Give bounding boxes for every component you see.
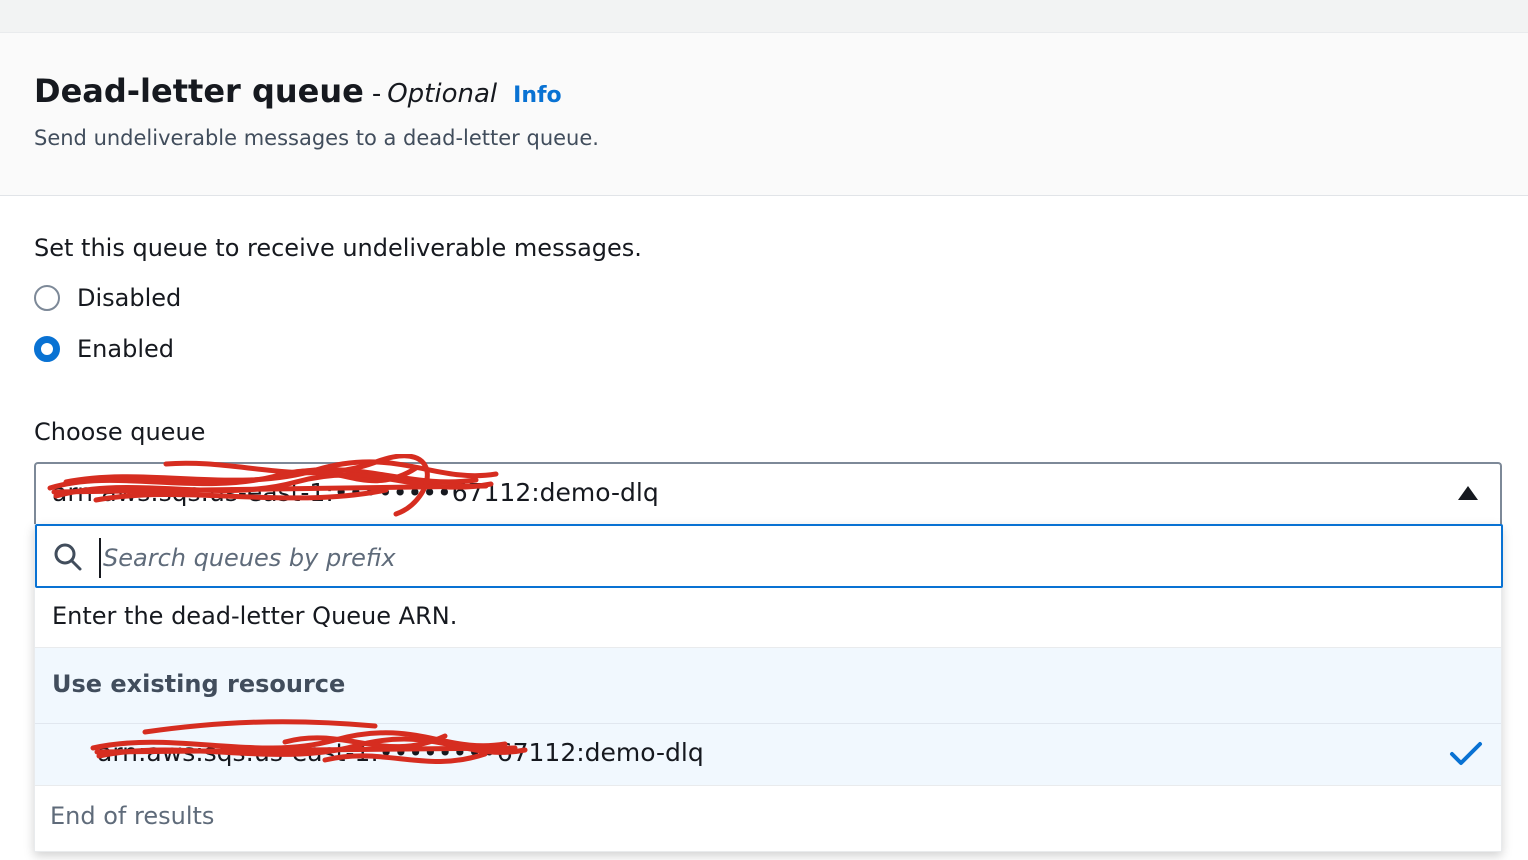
section-title-text: Dead-letter queue	[34, 72, 364, 110]
radio-label-disabled: Disabled	[77, 284, 182, 312]
radio-button-enabled[interactable]	[34, 336, 60, 362]
group-header-label: Use existing resource	[52, 670, 346, 698]
queue-dropdown: Enter the dead-letter Queue ARN. Use exi…	[34, 524, 1503, 852]
check-icon	[1450, 742, 1482, 765]
group-header: Use existing resource	[35, 648, 1501, 724]
radio-label-enabled: Enabled	[77, 335, 174, 363]
redaction-scribble	[47, 454, 499, 517]
radio-disabled[interactable]: Disabled	[34, 284, 181, 312]
section-description: Send undeliverable messages to a dead-le…	[34, 126, 599, 150]
search-input[interactable]	[99, 538, 1485, 578]
dlq-prompt: Set this queue to receive undeliverable …	[34, 234, 642, 262]
search-icon	[54, 543, 82, 571]
optional-label: Optional	[387, 79, 498, 109]
arn-hint-option[interactable]: Enter the dead-letter Queue ARN.	[35, 588, 1501, 648]
arn-hint-text: Enter the dead-letter Queue ARN.	[52, 602, 458, 630]
choose-queue-label: Choose queue	[34, 418, 206, 446]
end-of-results: End of results	[35, 786, 1501, 850]
redaction-scribble	[90, 719, 528, 764]
section-header	[0, 33, 1528, 196]
info-link[interactable]: Info	[513, 83, 562, 108]
queue-option[interactable]: arn:aws:sqs:us-east-1:••••••••67112:demo…	[35, 719, 1501, 786]
radio-enabled[interactable]: Enabled	[34, 335, 174, 363]
search-box[interactable]	[35, 524, 1503, 588]
title-separator: -	[371, 79, 382, 109]
caret-up-icon[interactable]	[1458, 486, 1478, 500]
queue-select[interactable]: arn:aws:sqs:us-east-1:••••••••67112:demo…	[34, 454, 1502, 524]
section-title: Dead-letter queue - Optional Info	[34, 72, 562, 110]
top-bar	[0, 0, 1528, 33]
end-of-results-label: End of results	[50, 802, 215, 830]
radio-button-disabled[interactable]	[34, 285, 60, 311]
